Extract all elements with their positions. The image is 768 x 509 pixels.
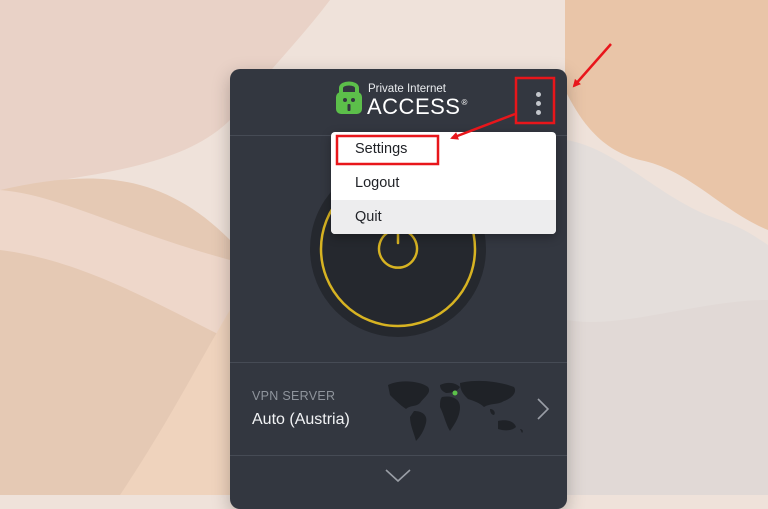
vpn-server-title: VPN SERVER [252, 389, 336, 403]
logo-wordmark: ACCESS [367, 94, 461, 119]
world-map-icon [388, 380, 523, 441]
chevron-right-icon [537, 398, 550, 420]
app-logo: Private Internet ACCESS® [334, 78, 474, 120]
expand-button[interactable] [230, 455, 567, 509]
vertical-ellipsis-icon [536, 92, 541, 97]
logo-text-main: ACCESS® [367, 94, 468, 120]
menu-button[interactable] [519, 82, 557, 124]
menu-item-label: Settings [355, 141, 408, 157]
menu-item-logout[interactable]: Logout [331, 166, 556, 200]
menu-item-settings[interactable]: Settings [331, 132, 556, 166]
vertical-ellipsis-icon [536, 101, 541, 106]
menu-item-label: Logout [355, 175, 400, 191]
trademark-symbol: ® [461, 98, 468, 107]
vpn-server-selector[interactable]: VPN SERVER Auto (Austria) [230, 362, 567, 456]
app-header: Private Internet ACCESS® [230, 69, 567, 136]
options-menu: Settings Logout Quit [331, 132, 556, 234]
server-location-dot [452, 390, 458, 396]
menu-item-quit[interactable]: Quit [331, 200, 556, 234]
menu-item-label: Quit [355, 209, 382, 225]
lock-icon [336, 81, 362, 114]
vertical-ellipsis-icon [536, 110, 541, 115]
vpn-server-value: Auto (Austria) [252, 411, 350, 428]
chevron-down-icon [385, 469, 411, 483]
